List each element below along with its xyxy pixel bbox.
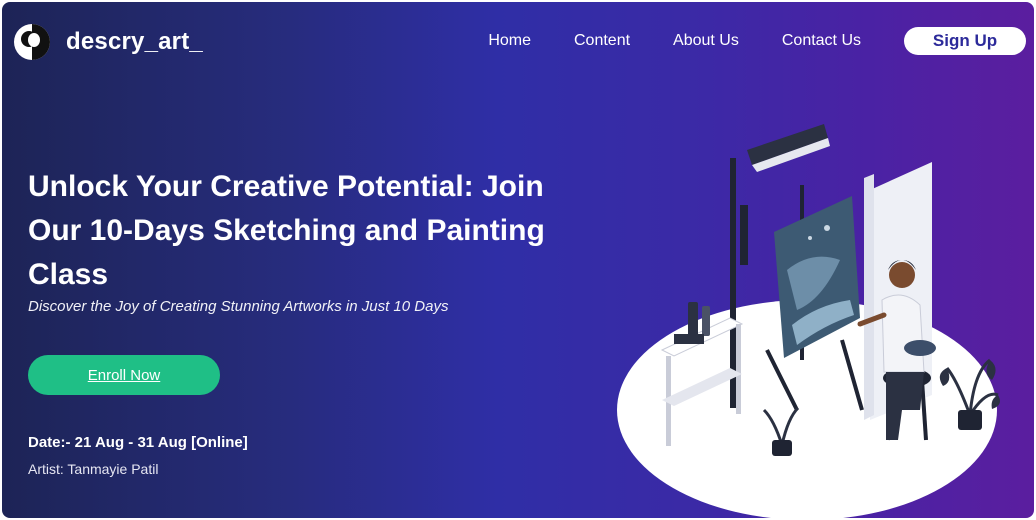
brand[interactable]: descry_art_ [14, 24, 203, 60]
course-dates: Date:- 21 Aug - 31 Aug [Online] [28, 434, 248, 451]
top-nav: Home Content About Us Contact Us Sign Up [488, 27, 1026, 55]
hero-headline: Unlock Your Creative Potential: Join Our… [28, 170, 545, 291]
hero-banner: descry_art_ Home Content About Us Contac… [2, 2, 1034, 518]
nav-home-link[interactable]: Home [488, 32, 531, 50]
painter-illustration [617, 124, 1000, 518]
nav-contact-link[interactable]: Contact Us [782, 32, 861, 50]
nav-about-link[interactable]: About Us [673, 32, 739, 50]
nav-content-link[interactable]: Content [574, 32, 630, 50]
logo-icon [14, 24, 50, 60]
sign-up-button[interactable]: Sign Up [904, 27, 1026, 55]
artist-name: Artist: Tanmayie Patil [28, 461, 159, 477]
enroll-now-button[interactable]: Enroll Now [28, 355, 220, 395]
brand-name: descry_art_ [66, 28, 203, 55]
hero-subtitle: Discover the Joy of Creating Stunning Ar… [28, 298, 449, 315]
